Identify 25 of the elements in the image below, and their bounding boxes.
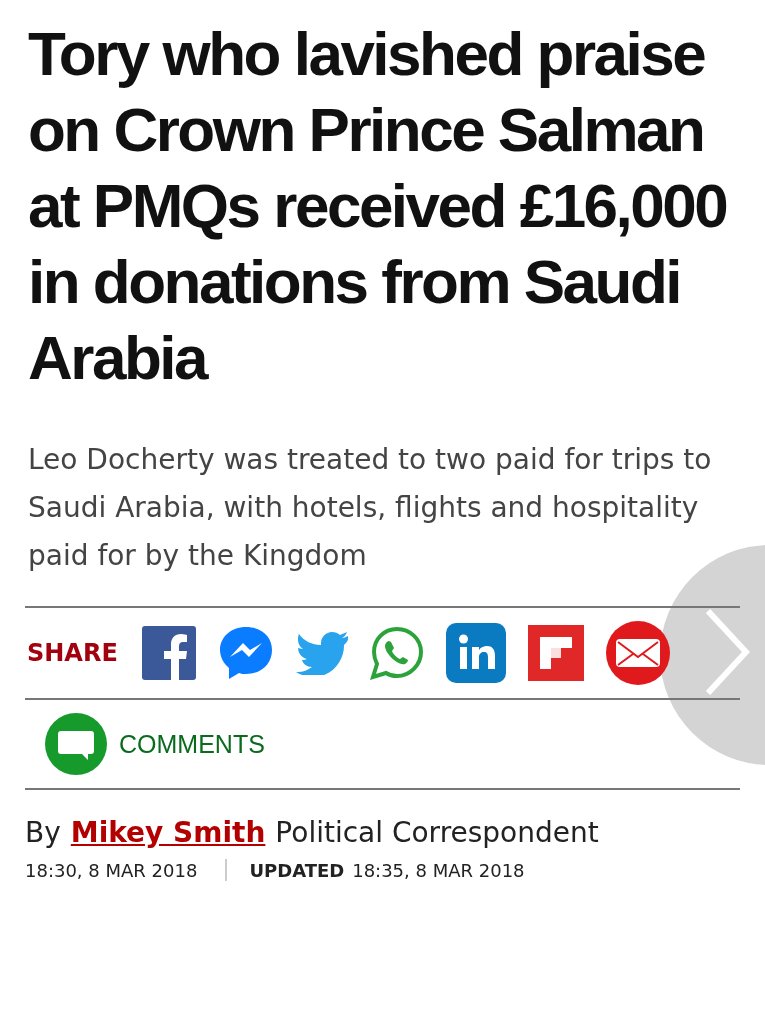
- phone-bubble-icon: [369, 626, 424, 680]
- chevron-right-icon: [704, 607, 750, 697]
- linkedin-icon: [445, 623, 506, 683]
- speech-bubble-icon: [45, 713, 107, 775]
- byline-prefix: By: [25, 816, 61, 849]
- standfirst: Leo Docherty was treated to two paid for trips to Saudi Arabia, with hotels, flights and hospitality paid for by the Kingdom: [28, 442, 713, 574]
- updated-label: UPDATED: [249, 859, 345, 881]
- author-role: Political Correspondent: [275, 816, 599, 849]
- share-button[interactable]: [445, 623, 506, 683]
- published-time: 18:30, 8 MAR 2018: [25, 859, 198, 881]
- flipboard-icon: [527, 625, 584, 681]
- facebook-icon: [141, 626, 196, 680]
- author-link[interactable]: Mikey Smith: [70, 816, 266, 849]
- bird-icon: [295, 631, 348, 675]
- headline: Tory who lavished praise on Crown Prince Salman at PMQs received £16,000 in donations from Saudi Arabia: [28, 18, 728, 394]
- share-button[interactable]: [217, 625, 274, 681]
- share-label: SHARE: [27, 639, 118, 667]
- envelope-icon: [605, 621, 670, 685]
- share-button[interactable]: [605, 621, 670, 685]
- share-button[interactable]: [527, 625, 584, 681]
- share-button[interactable]: [141, 626, 196, 680]
- comments-button[interactable]: COMMENTS: [45, 713, 265, 775]
- updated-time: 18:35, 8 MAR 2018: [352, 859, 525, 881]
- chat-bubble-icon: [217, 625, 274, 681]
- share-button[interactable]: [369, 626, 424, 680]
